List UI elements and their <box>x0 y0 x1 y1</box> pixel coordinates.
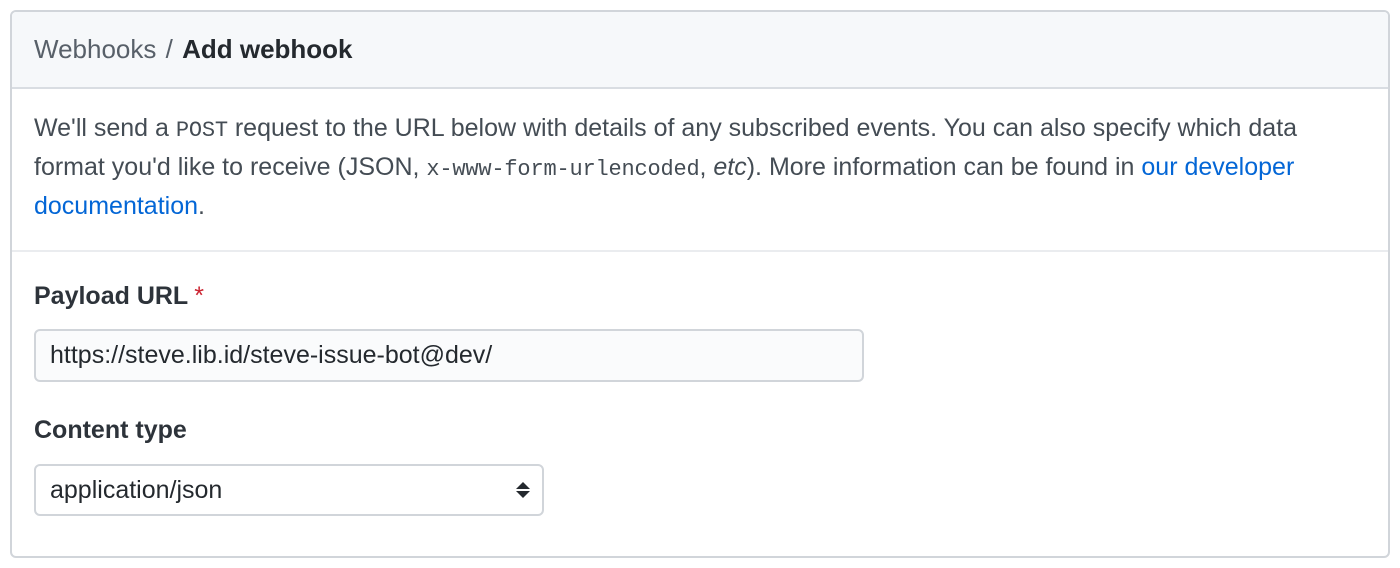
desc-em-etc: etc <box>713 153 746 181</box>
payload-url-group: Payload URL* <box>34 278 1366 383</box>
panel-header: Webhooks / Add webhook <box>12 12 1388 89</box>
content-type-label: Content type <box>34 412 1366 450</box>
payload-url-label: Payload URL* <box>34 278 1366 316</box>
breadcrumb-current: Add webhook <box>182 34 352 64</box>
desc-code-encoding: x-www-form-urlencoded <box>426 157 699 182</box>
content-type-group: Content type application/json <box>34 412 1366 516</box>
breadcrumb-parent[interactable]: Webhooks <box>34 34 156 64</box>
content-type-label-text: Content type <box>34 416 187 444</box>
payload-url-input[interactable] <box>34 329 864 382</box>
payload-url-label-text: Payload URL <box>34 282 188 310</box>
panel-description: We'll send a POST request to the URL bel… <box>12 89 1388 252</box>
desc-code-post: POST <box>176 118 228 143</box>
desc-text: , <box>699 153 713 181</box>
webhook-panel: Webhooks / Add webhook We'll send a POST… <box>10 10 1390 558</box>
content-type-select[interactable]: application/json <box>34 464 544 516</box>
desc-text: We'll send a <box>34 114 176 142</box>
content-type-select-wrap: application/json <box>34 464 544 516</box>
desc-period: . <box>198 192 205 220</box>
desc-text: ). More information can be found in <box>747 153 1142 181</box>
required-mark: * <box>194 282 204 310</box>
form-body: Payload URL* Content type application/js… <box>12 252 1388 556</box>
breadcrumb-separator: / <box>164 34 175 64</box>
